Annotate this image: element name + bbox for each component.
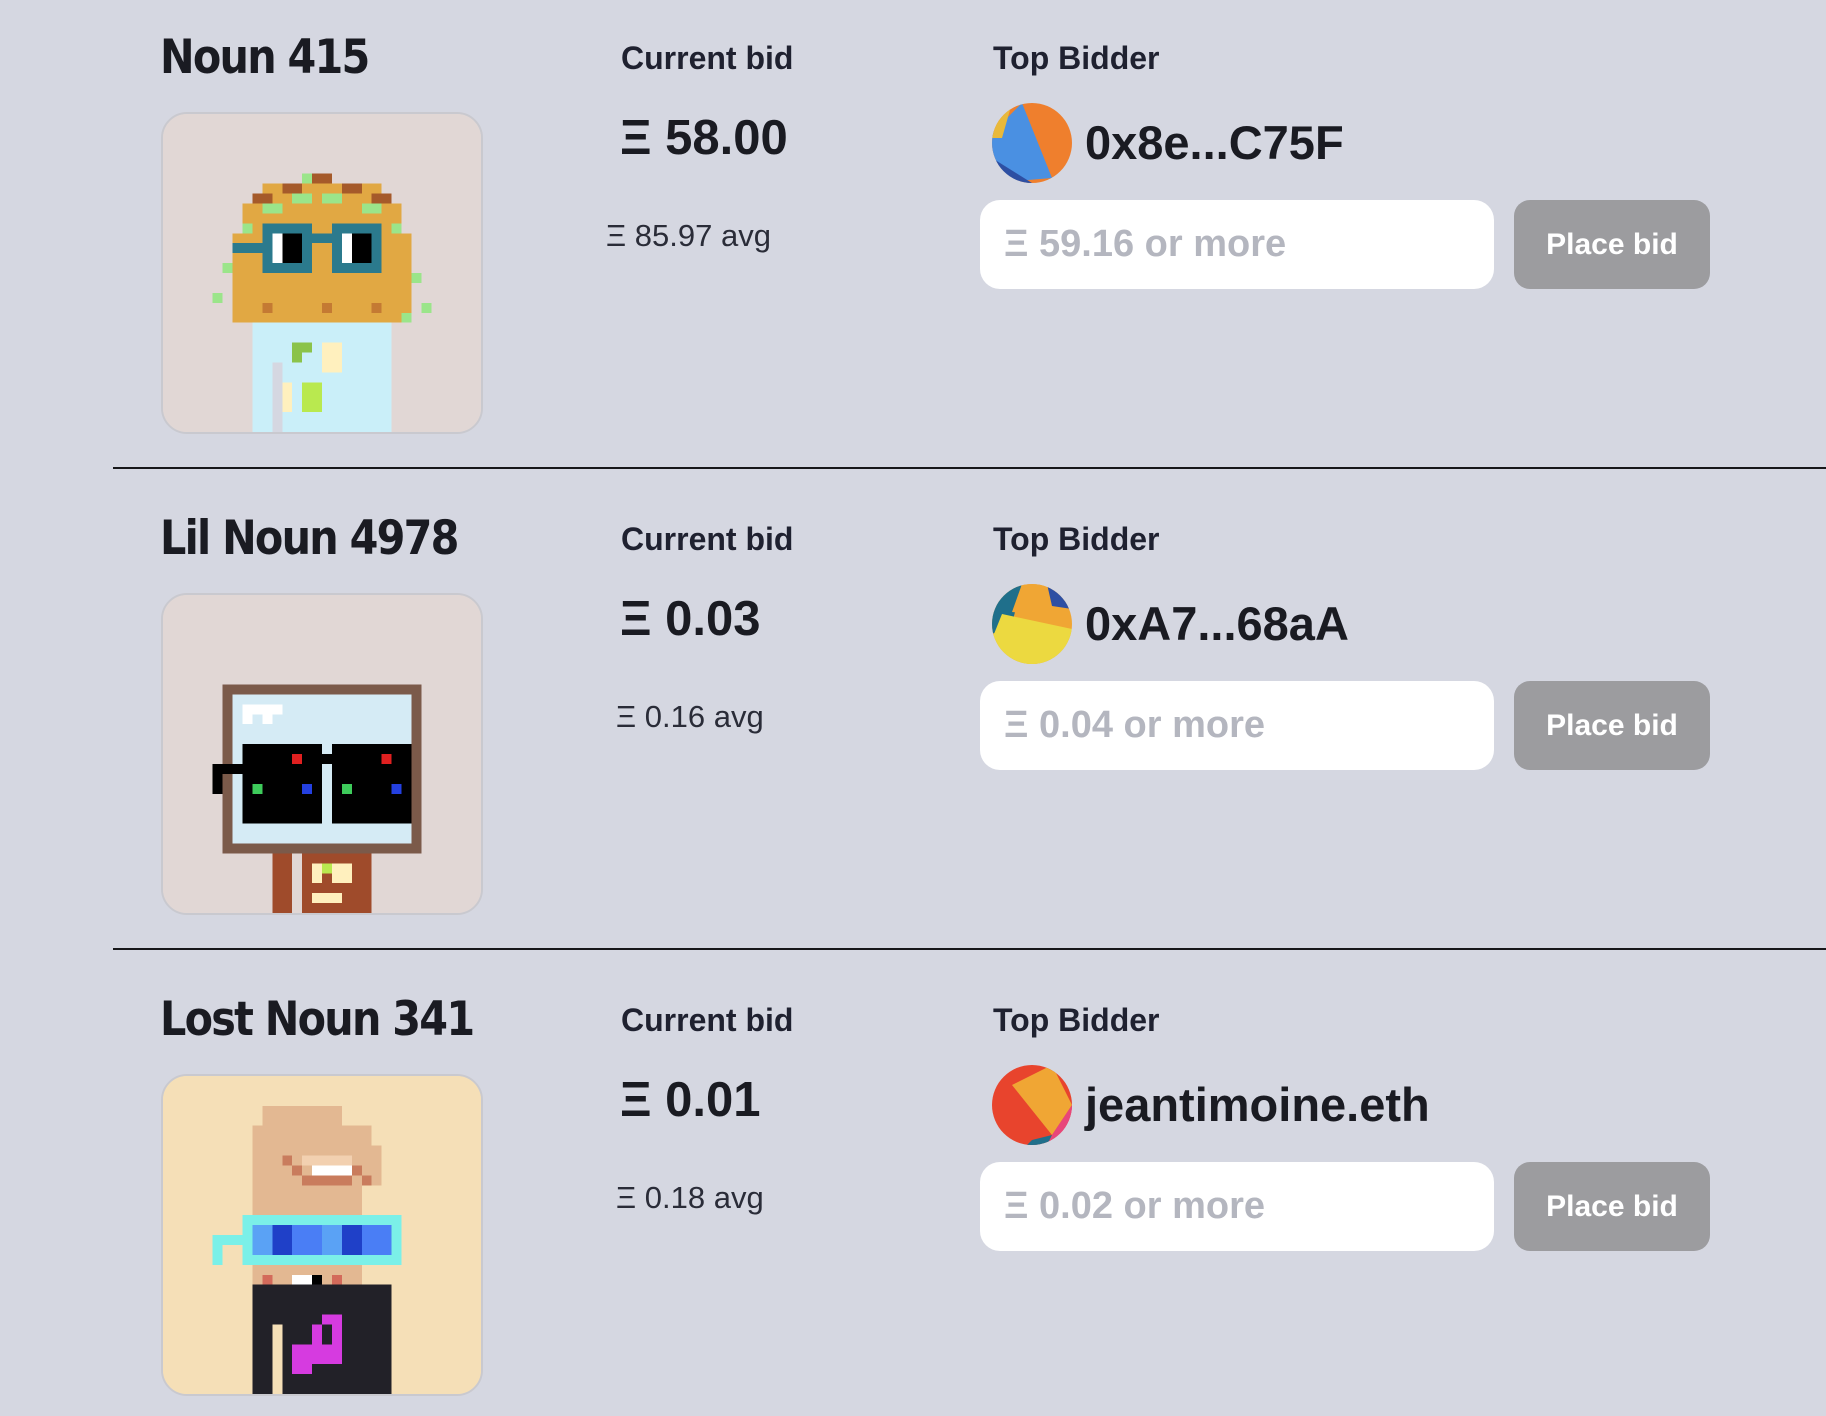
bid-amount-input[interactable] <box>980 1162 1494 1251</box>
top-bidder-label: Top Bidder <box>993 1002 1160 1038</box>
auction-title: Lil Noun 4978 <box>160 511 459 566</box>
top-bidder-label: Top Bidder <box>993 521 1160 557</box>
top-bidder-address[interactable]: jeantimoine.eth <box>1085 1077 1430 1132</box>
auction-list: Noun 415 Current bid Ξ 58.00 Ξ 85.97 avg… <box>0 0 1826 1416</box>
lost-noun-341-pixel-art <box>163 1076 481 1394</box>
average-bid: Ξ 0.16 avg <box>616 699 764 734</box>
place-bid-button[interactable]: Place bid <box>1514 200 1710 289</box>
auction-title: Lost Noun 341 <box>160 992 475 1047</box>
auction-card-lil-noun: Lil Noun 4978 Current bid Ξ 0.03 Ξ 0.16 … <box>0 481 1826 962</box>
auction-title: Noun 415 <box>160 30 370 85</box>
auction-card-noun: Noun 415 Current bid Ξ 58.00 Ξ 85.97 avg… <box>0 0 1826 481</box>
bidder-avatar-icon <box>992 1065 1072 1145</box>
noun-415-pixel-art <box>163 114 481 432</box>
bid-amount-input[interactable] <box>980 681 1494 770</box>
current-bid-amount: Ξ 58.00 <box>620 111 788 165</box>
noun-art-image[interactable] <box>161 593 483 915</box>
bid-amount-input[interactable] <box>980 200 1494 289</box>
auction-divider <box>113 467 1826 469</box>
auction-divider <box>113 948 1826 950</box>
current-bid-label: Current bid <box>621 521 794 557</box>
top-bidder-address[interactable]: 0xA7...68aA <box>1085 596 1349 651</box>
place-bid-button[interactable]: Place bid <box>1514 681 1710 770</box>
bidder-avatar-icon <box>992 103 1072 183</box>
top-bidder-label: Top Bidder <box>993 40 1160 76</box>
bidder-avatar-icon <box>992 103 1072 183</box>
place-bid-button[interactable]: Place bid <box>1514 1162 1710 1251</box>
current-bid-label: Current bid <box>621 40 794 76</box>
average-bid: Ξ 85.97 avg <box>606 218 771 253</box>
current-bid-amount: Ξ 0.01 <box>620 1073 761 1127</box>
average-bid: Ξ 0.18 avg <box>616 1180 764 1215</box>
top-bidder-address[interactable]: 0x8e...C75F <box>1085 115 1344 170</box>
noun-art-image[interactable] <box>161 1074 483 1396</box>
current-bid-label: Current bid <box>621 1002 794 1038</box>
bidder-avatar-icon <box>992 584 1072 664</box>
lil-noun-4978-pixel-art <box>163 595 481 913</box>
bidder-avatar-icon <box>992 1065 1072 1145</box>
current-bid-amount: Ξ 0.03 <box>620 592 761 646</box>
bidder-avatar-icon <box>992 584 1072 664</box>
noun-art-image[interactable] <box>161 112 483 434</box>
auction-card-lost-noun: Lost Noun 341 Current bid Ξ 0.01 Ξ 0.18 … <box>0 962 1826 1416</box>
